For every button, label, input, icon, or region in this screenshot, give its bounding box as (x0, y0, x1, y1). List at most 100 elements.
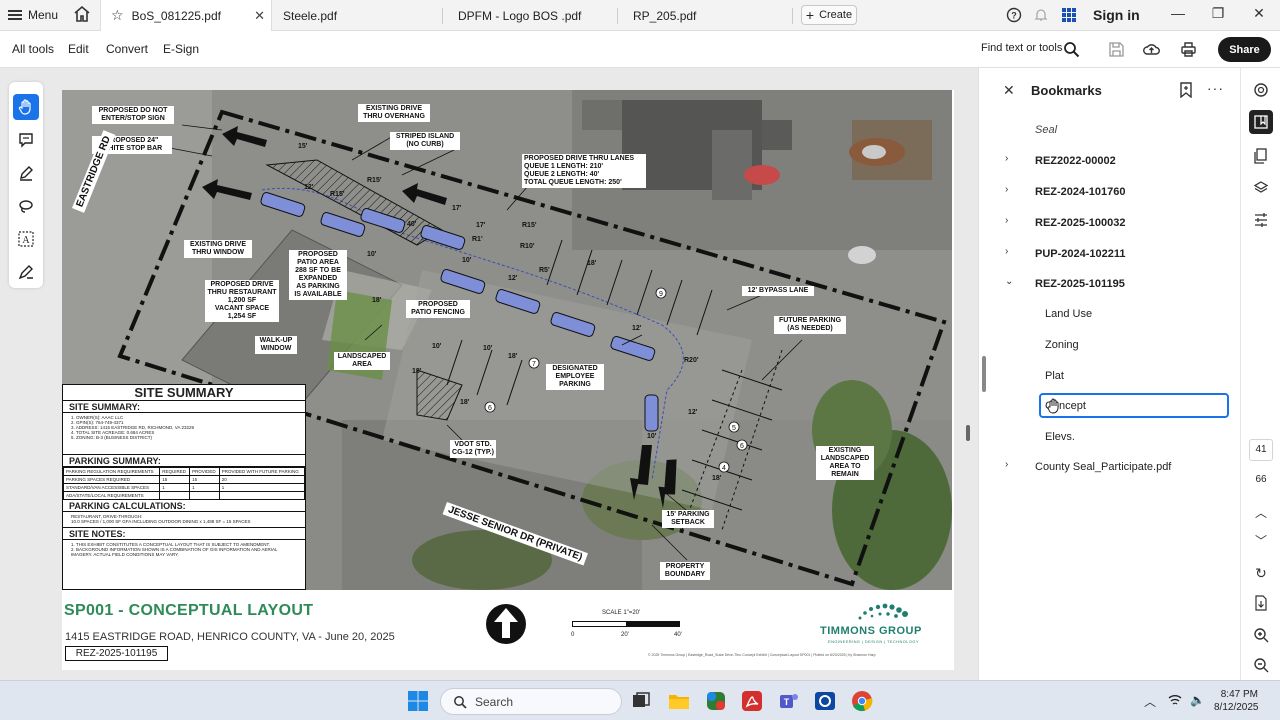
document-viewer[interactable]: 15' 12' R15' R15' 40' 17' 17' R1' R15' R… (48, 68, 962, 680)
tab-bos-081225[interactable]: ☆ BoS_081225.pdf ✕ (100, 0, 272, 31)
close-tab-icon[interactable]: ✕ (254, 8, 265, 24)
pages-panel-button[interactable] (1249, 144, 1273, 168)
more-options-icon[interactable]: ··· (1207, 80, 1224, 96)
chevron-down-icon[interactable]: ⌄ (1005, 276, 1013, 287)
current-page-input[interactable]: 41 (1249, 439, 1273, 461)
layers-panel-button[interactable] (1249, 176, 1273, 200)
dimension-label: 12' (508, 275, 518, 282)
task-view-icon[interactable] (630, 690, 652, 712)
file-explorer-icon[interactable] (668, 690, 690, 712)
refresh-icon: ↻ (1255, 564, 1267, 581)
rotate-button[interactable]: ↻ (1249, 561, 1273, 585)
e-sign-menu[interactable]: E-Sign (163, 42, 199, 56)
close-window-icon[interactable]: ✕ (1249, 5, 1269, 22)
maximize-icon[interactable]: ❐ (1208, 5, 1228, 22)
bookmark-icon (1254, 115, 1268, 129)
all-tools-menu[interactable]: All tools (12, 42, 54, 56)
find-text-tools[interactable]: Find text or tools (981, 42, 1062, 54)
site-summary-box: SITE SUMMARY SITE SUMMARY: 1. OWNER(S): … (62, 384, 306, 590)
chevron-right-icon[interactable]: › (1005, 246, 1008, 257)
parking-table-cell (189, 491, 220, 500)
windows-start-icon[interactable] (407, 690, 429, 712)
copilot-icon[interactable] (705, 690, 727, 712)
bookmark-pup-2024-102211[interactable]: PUP-2024-102211 (1035, 246, 1126, 262)
minimize-icon[interactable]: — (1168, 5, 1188, 21)
upload-cloud-icon[interactable] (1143, 41, 1160, 58)
stall-count: 9 (659, 291, 663, 298)
parking-table-header: REQUIRED (159, 467, 191, 476)
bookmark-plat[interactable]: Plat (1045, 368, 1064, 384)
zoom-in-button[interactable] (1249, 623, 1273, 647)
sign-tool-button[interactable] (13, 259, 39, 285)
bookmark-county-seal[interactable]: County Seal_Participate.pdf (1035, 459, 1171, 475)
search-icon[interactable] (1063, 41, 1080, 58)
create-button[interactable]: + Create (801, 5, 857, 25)
notification-bell-icon[interactable] (1033, 7, 1049, 23)
callout-existing-window: EXISTING DRIVE THRU WINDOW (184, 240, 252, 258)
edit-menu[interactable]: Edit (68, 42, 89, 56)
taskbar-search[interactable]: Search (440, 688, 622, 715)
svg-text:?: ? (1011, 11, 1017, 21)
bookmark-rez-2024-101760[interactable]: REZ-2024-101760 (1035, 184, 1126, 200)
hand-tool-button[interactable] (13, 94, 39, 120)
text-tool-button[interactable]: A (13, 226, 39, 252)
sign-in-link[interactable]: Sign in (1093, 7, 1140, 23)
dimension-label: 10' (483, 345, 493, 352)
home-button[interactable] (72, 4, 92, 26)
zoom-out-button[interactable] (1249, 653, 1273, 677)
taskbar-clock[interactable]: 8:47 PM 8/12/2025 (1214, 688, 1259, 714)
chevron-right-icon[interactable]: › (1005, 215, 1008, 226)
comment-tool-button[interactable] (13, 127, 39, 153)
tray-overflow-chevron-icon[interactable]: ︿ (1144, 693, 1156, 710)
app-window-icon[interactable] (814, 690, 836, 712)
chevron-right-icon[interactable]: › (1005, 459, 1008, 470)
chevron-right-icon[interactable]: › (1005, 184, 1008, 195)
dimension-label: 10' (462, 257, 472, 264)
save-icon[interactable] (1108, 41, 1125, 58)
draw-tool-button[interactable] (13, 193, 39, 219)
apps-grid-icon[interactable] (1061, 7, 1077, 23)
chevron-right-icon[interactable]: › (1005, 153, 1008, 164)
highlight-tool-button[interactable] (13, 160, 39, 186)
windows-taskbar: Search T ︿ 🔈 8:47 PM 8/12/2025 (0, 680, 1280, 720)
share-button[interactable]: Share (1218, 37, 1271, 62)
next-page-button[interactable]: ﹀ (1249, 528, 1273, 552)
bookmark-rez2022-00002[interactable]: REZ2022-00002 (1035, 153, 1116, 169)
tab-dpfm-logo[interactable]: DPFM - Logo BOS .pdf (458, 0, 581, 31)
convert-menu[interactable]: Convert (106, 42, 148, 56)
teams-icon[interactable]: T (778, 690, 800, 712)
callout-restaurant: PROPOSED DRIVE THRU RESTAURANT 1,200 SF … (205, 280, 279, 322)
bookmark-seal[interactable]: Seal (1035, 122, 1057, 138)
bookmark-elevs[interactable]: Elevs. (1045, 429, 1075, 445)
organize-pages-button[interactable] (1249, 208, 1273, 232)
tab-steele[interactable]: Steele.pdf (283, 0, 337, 31)
ai-assistant-button[interactable] (1249, 78, 1273, 102)
star-icon[interactable]: ☆ (111, 7, 124, 24)
extract-button[interactable] (1249, 591, 1273, 615)
bookmark-land-use[interactable]: Land Use (1045, 306, 1092, 322)
chrome-icon[interactable] (851, 690, 873, 712)
parking-table-cell: 20 (218, 475, 306, 484)
bookmark-rez-2025-101195[interactable]: REZ-2025-101195 (1035, 276, 1125, 292)
print-icon[interactable] (1180, 41, 1197, 58)
firm-tagline: ENGINEERING | DESIGN | TECHNOLOGY (828, 639, 919, 644)
bookmarks-panel-button[interactable] (1249, 110, 1273, 134)
add-bookmark-icon[interactable] (1179, 82, 1193, 98)
panel-resize-handle[interactable] (982, 356, 986, 392)
bookmark-zoning[interactable]: Zoning (1045, 337, 1079, 353)
volume-icon[interactable]: 🔈 (1190, 693, 1205, 707)
previous-page-button[interactable]: ︿ (1249, 500, 1273, 524)
wifi-icon[interactable] (1168, 693, 1182, 707)
help-icon[interactable]: ? (1006, 7, 1022, 23)
close-panel-icon[interactable]: ✕ (1003, 82, 1015, 99)
tab-rp-205[interactable]: RP_205.pdf (633, 0, 696, 31)
bookmark-rez-2025-100032[interactable]: REZ-2025-100032 (1035, 215, 1126, 231)
tab-label: Steele.pdf (283, 8, 338, 23)
hand-icon (18, 99, 31, 115)
menu-button[interactable]: Menu (8, 5, 58, 25)
search-icon (454, 695, 467, 709)
document-scrollbar[interactable] (966, 425, 970, 441)
chevron-up-icon: ︿ (1254, 505, 1267, 520)
clock-time: 8:47 PM (1220, 689, 1258, 700)
acrobat-icon[interactable] (741, 690, 763, 712)
